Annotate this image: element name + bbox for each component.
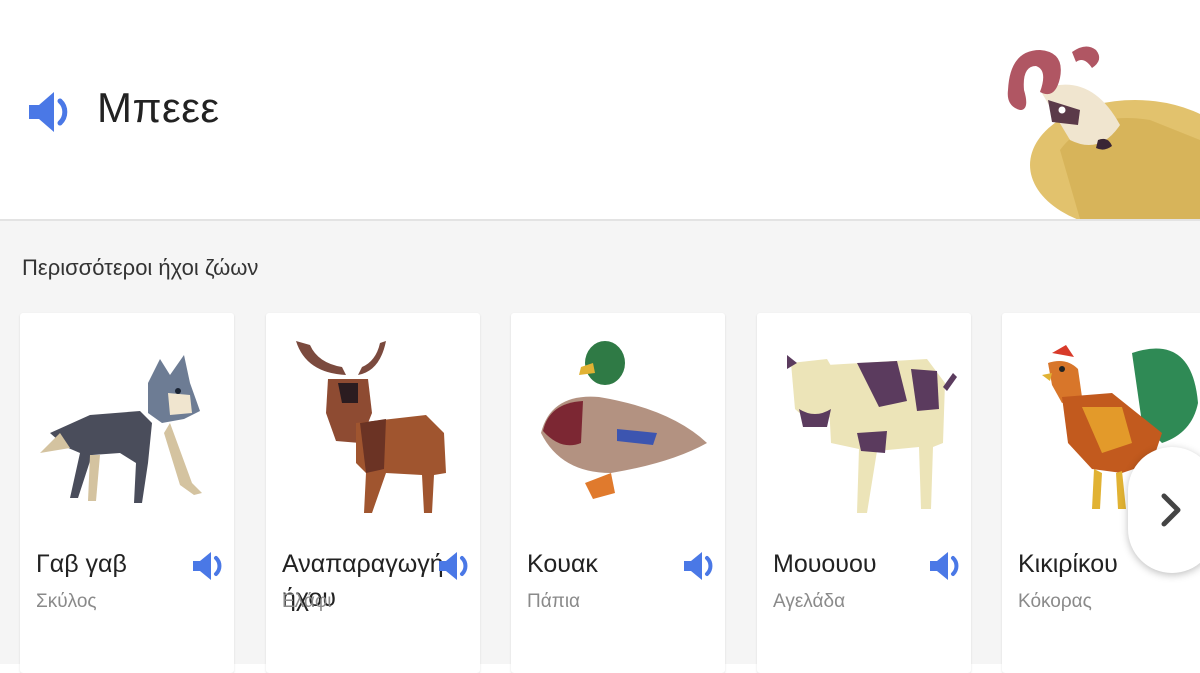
duck-image	[541, 341, 707, 499]
card-sound-label: Κουακ	[527, 550, 598, 578]
card-animal-name: Σκύλος	[36, 591, 97, 612]
animal-card[interactable]: Γαβ γαβ Σκύλος	[20, 313, 234, 673]
next-button[interactable]	[1128, 447, 1200, 573]
card-animal-name: Ελάφι	[282, 591, 332, 612]
card-animal-name: Πάπια	[527, 591, 581, 612]
speaker-icon[interactable]	[928, 549, 966, 583]
animal-card[interactable]: Μουουου Αγελάδα	[757, 313, 971, 673]
ram-image	[1007, 46, 1200, 219]
card-sound-label: Γαβ γαβ	[36, 550, 127, 578]
card-animal-name: Αγελάδα	[773, 591, 846, 612]
speaker-icon[interactable]	[26, 88, 78, 136]
moose-image	[296, 341, 446, 513]
animal-card[interactable]: Αναπαραγωγή ήχου Ελάφι	[266, 313, 480, 673]
section-title: Περισσότεροι ήχοι ζώων	[22, 255, 259, 280]
cow-image	[787, 355, 957, 513]
wolf-dog-image	[40, 355, 202, 503]
chevron-right-icon	[1161, 493, 1181, 527]
speaker-icon[interactable]	[191, 549, 229, 583]
card-sound-label: Μουουου	[773, 550, 877, 578]
animal-card[interactable]: Κουακ Πάπια	[511, 313, 725, 673]
speaker-icon[interactable]	[682, 549, 720, 583]
speaker-icon[interactable]	[437, 549, 475, 583]
card-animal-name: Κόκορας	[1018, 591, 1092, 612]
animal-sound-text: Μπεεε	[97, 84, 220, 131]
